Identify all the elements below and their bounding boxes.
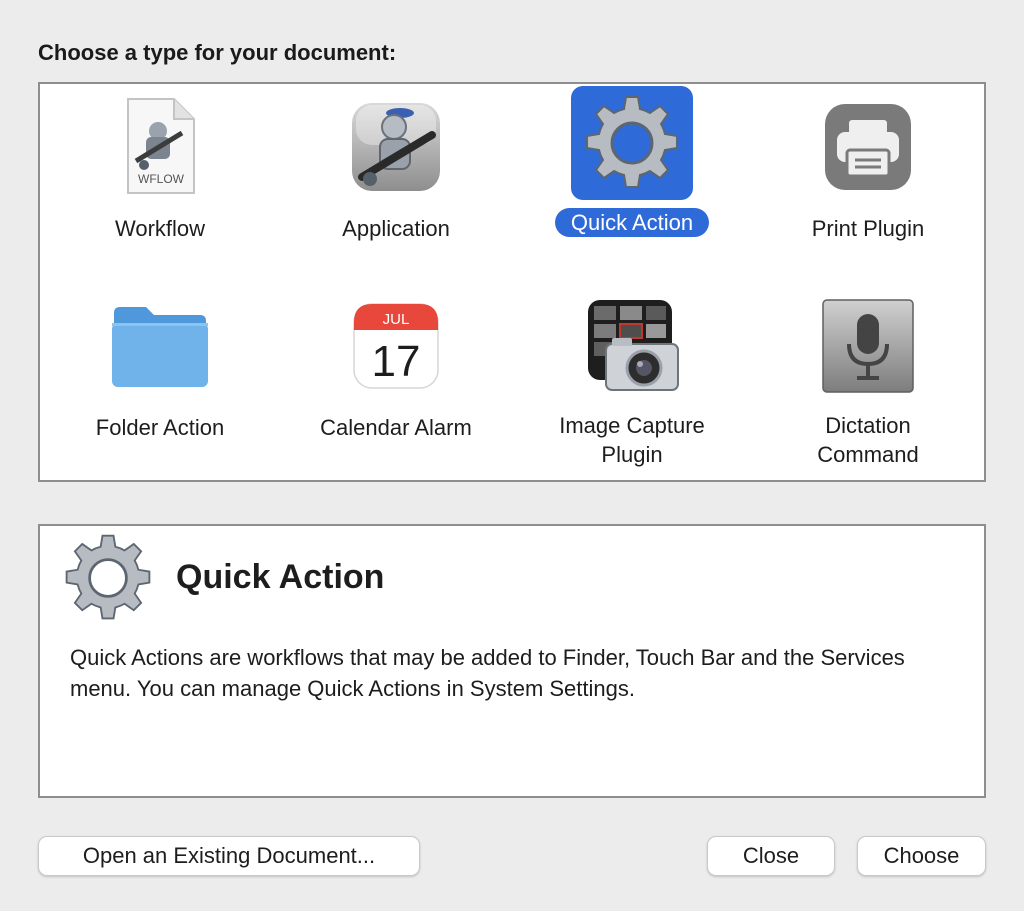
choose-button[interactable]: Choose: [857, 836, 986, 876]
workflow-badge-text: WFLOW: [138, 172, 185, 186]
type-label: Calendar Alarm: [320, 415, 472, 440]
type-image-capture-plugin[interactable]: Image Capture Plugin: [514, 287, 750, 477]
folder-icon: [95, 287, 225, 405]
printer-icon: [803, 88, 933, 206]
calendar-month: JUL: [383, 311, 410, 328]
type-quick-action[interactable]: Quick Action: [514, 86, 750, 276]
calendar-icon: JUL 17: [331, 287, 461, 405]
open-existing-document-button[interactable]: Open an Existing Document...: [38, 836, 420, 876]
type-folder-action[interactable]: Folder Action: [42, 287, 278, 477]
automator-robot-icon: [331, 88, 461, 206]
calendar-day: 17: [372, 337, 421, 386]
description-panel: Quick Action Quick Actions are workflows…: [38, 524, 986, 798]
microphone-icon: [803, 287, 933, 405]
camera-icon: [567, 287, 697, 405]
document-type-grid: WFLOW Workflow Application Quick Action …: [38, 82, 986, 482]
type-label: Application: [342, 216, 450, 241]
type-label: Workflow: [114, 216, 206, 241]
type-dictation-command[interactable]: Dictation Command: [750, 287, 986, 477]
prompt-label: Choose a type for your document:: [38, 40, 397, 65]
description-title: Quick Action: [176, 558, 385, 596]
gear-icon: [62, 532, 154, 624]
description-text: Quick Actions are workflows that may be …: [70, 645, 905, 701]
type-print-plugin[interactable]: Print Plugin: [750, 88, 986, 278]
type-application[interactable]: Application: [278, 88, 514, 278]
workflow-file-icon: WFLOW: [95, 88, 225, 206]
type-label: Print Plugin: [811, 216, 925, 241]
type-label: Dictation Command: [817, 413, 919, 467]
gear-icon: [571, 86, 693, 200]
type-workflow[interactable]: WFLOW Workflow: [42, 88, 278, 278]
type-calendar-alarm[interactable]: JUL 17 Calendar Alarm: [278, 287, 514, 477]
type-label: Folder Action: [95, 415, 225, 440]
type-label: Quick Action: [554, 208, 710, 237]
type-label: Image Capture Plugin: [559, 413, 705, 467]
close-button[interactable]: Close: [707, 836, 835, 876]
